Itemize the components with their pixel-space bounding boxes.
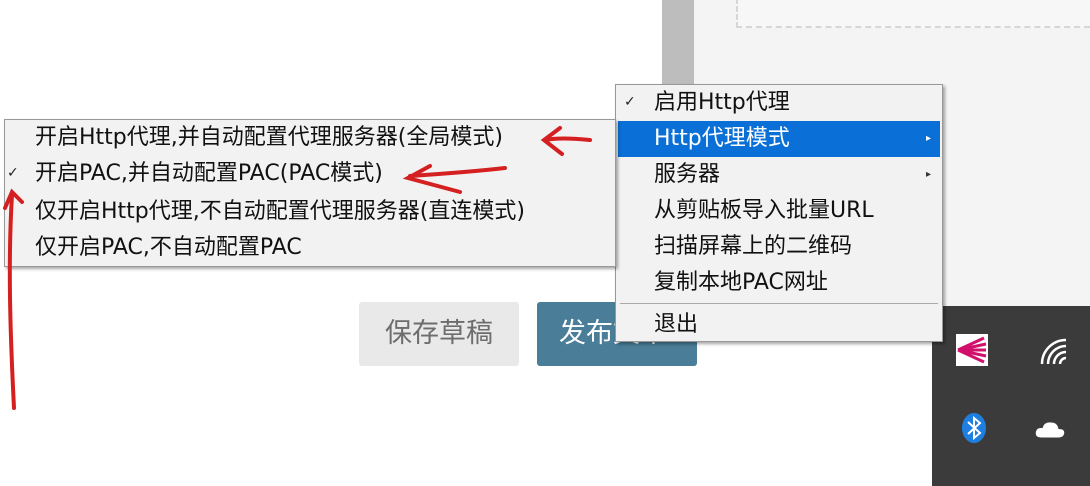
proxy-mode-submenu: 开启Http代理,并自动配置代理服务器(全局模式) ✓ 开启PAC,并自动配置P… [4,119,616,267]
menu-item-enable-http-proxy[interactable]: 启用Http代理 [654,85,790,121]
app-tray-icon[interactable] [956,334,988,366]
menu-separator [620,303,938,304]
submenu-arrow-icon: ▸ [926,133,932,144]
menu-item-import-urls-clipboard[interactable]: 从剪贴板导入批量URL [654,193,874,229]
menu-item-exit[interactable]: 退出 [654,307,698,343]
onedrive-cloud-icon[interactable] [1034,414,1066,446]
menu-item-servers[interactable]: 服务器 [654,157,720,193]
submenu-item-pac-only[interactable]: 仅开启PAC,不自动配置PAC [35,230,302,266]
submenu-item-pac-mode[interactable]: 开启PAC,并自动配置PAC(PAC模式) [35,156,383,192]
scrollbar-track [662,0,694,84]
menu-item-scan-qr-code[interactable]: 扫描屏幕上的二维码 [654,229,852,265]
bluetooth-icon[interactable] [958,412,990,444]
save-draft-button[interactable]: 保存草稿 [359,302,519,366]
taskbar-tray [932,306,1090,486]
tray-context-menu: ✓ 启用Http代理 Http代理模式 ▸ 服务器 ▸ 从剪贴板导入批量URL … [615,84,943,342]
submenu-item-direct-mode[interactable]: 仅开启Http代理,不自动配置代理服务器(直连模式) [35,194,525,230]
submenu-item-global-mode[interactable]: 开启Http代理,并自动配置代理服务器(全局模式) [35,120,503,156]
check-icon: ✓ [7,165,19,181]
menu-item-http-proxy-mode[interactable]: Http代理模式 [654,121,790,157]
wifi-icon[interactable] [1038,336,1070,368]
check-icon: ✓ [624,94,636,110]
upload-drop-area[interactable] [736,0,1090,28]
menu-item-copy-pac-url[interactable]: 复制本地PAC网址 [654,265,828,301]
submenu-arrow-icon: ▸ [926,169,932,180]
